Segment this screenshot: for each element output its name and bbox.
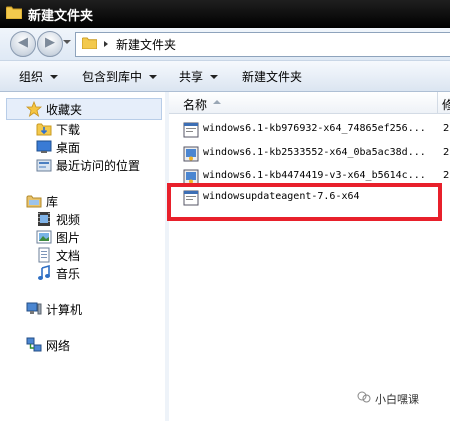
downloads-label: 下载 [56, 123, 81, 137]
command-toolbar: 组织 包含到库中 共享 新建文件夹 [0, 61, 450, 92]
file-list-pane: 名称 修 windows6.1-kb976932-x64_74865ef256.… [169, 92, 450, 421]
file-date: 2 [443, 147, 450, 158]
navigation-bar: ◀ ▶ 新建文件夹 [0, 28, 450, 61]
computer-label: 计算机 [46, 303, 83, 317]
documents-label: 文档 [56, 249, 81, 263]
address-bar[interactable]: 新建文件夹 [75, 32, 450, 57]
forward-button[interactable]: ▶ [37, 31, 63, 57]
share-label: 共享 [179, 70, 204, 84]
recent-pages-dropdown[interactable] [63, 40, 71, 44]
new-folder-button[interactable]: 新建文件夹 [242, 68, 302, 85]
title-bar: 新建文件夹 [0, 0, 450, 28]
network-label: 网络 [46, 339, 71, 353]
computer-icon [26, 302, 42, 315]
chevron-down-icon [149, 75, 158, 79]
share-menu[interactable]: 共享 [179, 68, 219, 85]
breadcrumb-arrow-icon[interactable] [104, 41, 108, 47]
file-name: windows6.1-kb2533552-x64_0ba5ac38d... [203, 147, 426, 158]
watermark: 小白嘿课 [357, 391, 419, 407]
navigation-pane: 收藏夹 下载 桌面 最近访问的位置 库 视频 图片 文档 音乐 计算机 网络 [0, 92, 166, 421]
column-divider[interactable] [437, 92, 438, 113]
include-in-library-menu[interactable]: 包含到库中 [82, 68, 158, 85]
recent-places-label: 最近访问的位置 [56, 159, 141, 173]
libraries-label: 库 [46, 195, 59, 209]
sort-ascending-icon [213, 100, 221, 104]
installer-package-icon [183, 146, 199, 162]
back-arrow-icon: ◀ [18, 35, 28, 50]
organize-menu[interactable]: 组织 [19, 68, 59, 85]
back-button[interactable]: ◀ [10, 31, 36, 57]
name-column-header[interactable]: 名称 [183, 96, 207, 113]
favorites-label: 收藏夹 [46, 103, 83, 117]
videos-label: 视频 [56, 213, 81, 227]
forward-arrow-icon: ▶ [45, 35, 55, 50]
date-column-header[interactable]: 修 [442, 96, 450, 113]
file-name: windows6.1-kb4474419-v3-x64_b5614c... [203, 170, 426, 181]
network-icon [26, 337, 42, 352]
msu-package-icon [183, 122, 199, 138]
desktop-icon [36, 140, 52, 153]
highlight-box [167, 183, 442, 221]
organize-label: 组织 [19, 70, 44, 84]
chevron-down-icon [210, 75, 219, 79]
breadcrumb-current-folder[interactable]: 新建文件夹 [116, 36, 176, 53]
star-icon [26, 101, 42, 117]
file-date: 2 [443, 123, 450, 134]
music-label: 音乐 [56, 267, 81, 281]
file-date: 2 [443, 170, 450, 181]
desktop-label: 桌面 [56, 141, 81, 155]
window-title: 新建文件夹 [28, 9, 94, 24]
recent-places-icon [36, 159, 52, 172]
watermark-text: 小白嘿课 [375, 393, 419, 406]
include-in-library-label: 包含到库中 [82, 70, 143, 84]
column-header: 名称 修 [169, 92, 450, 114]
folder-icon [6, 6, 22, 19]
library-icon [26, 195, 42, 208]
music-icon [38, 265, 50, 280]
chevron-down-icon [50, 75, 59, 79]
file-row[interactable]: windows6.1-kb2533552-x64_0ba5ac38d... 2 [183, 144, 450, 164]
file-row[interactable]: windows6.1-kb976932-x64_74865ef256... 2 [183, 120, 450, 140]
pictures-icon [36, 230, 52, 244]
video-icon [38, 212, 50, 226]
file-name: windows6.1-kb976932-x64_74865ef256... [203, 123, 426, 134]
wechat-icon [357, 391, 371, 403]
documents-icon [38, 247, 50, 263]
folder-icon [82, 37, 97, 49]
downloads-folder-icon [36, 123, 52, 136]
pictures-label: 图片 [56, 231, 81, 245]
